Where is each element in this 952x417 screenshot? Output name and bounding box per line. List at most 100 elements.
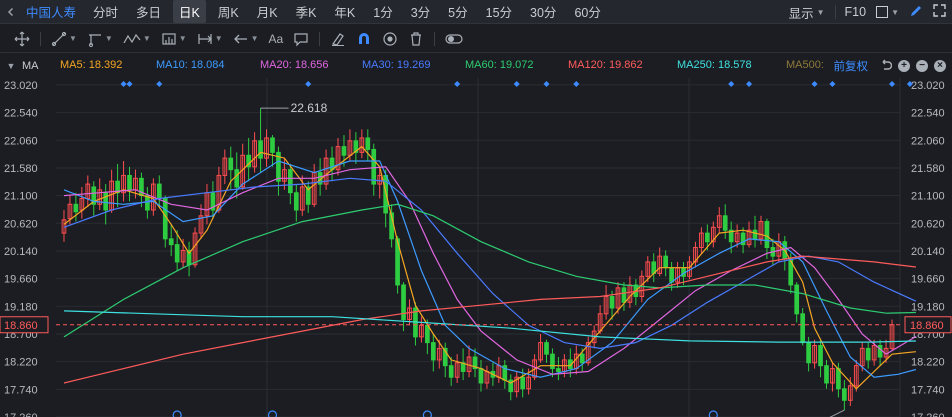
candle-body [288, 169, 293, 194]
y-tick-label-right: 17.740 [911, 384, 945, 396]
candle-body [145, 195, 150, 211]
event-marker [829, 81, 836, 87]
candle-body [824, 365, 829, 384]
tab-period[interactable]: 年K [328, 0, 361, 23]
candle-body [752, 229, 758, 240]
tab-period[interactable]: 日K [173, 0, 206, 23]
candle-body [722, 215, 728, 231]
tab-period[interactable]: 周K [212, 0, 245, 23]
event-marker [305, 81, 312, 87]
candle-body [544, 342, 549, 355]
candle-body [365, 137, 371, 150]
candle-body [73, 203, 79, 213]
event-marker [811, 81, 818, 87]
y-tick-label-left: 19.660 [4, 274, 38, 286]
ma-legend-item: MA250: 18.578 [677, 59, 752, 71]
candle-body [478, 368, 484, 384]
y-tick-label-left: 21.580 [4, 163, 38, 175]
low-annotation-line [829, 409, 845, 417]
tab-period[interactable]: 1分 [367, 0, 398, 23]
collapse-icon[interactable] [0, 0, 22, 24]
zoom-in-icon[interactable]: + [898, 60, 910, 72]
candle-body [371, 148, 377, 185]
toolbar-divider [319, 31, 321, 46]
bottom-marker [172, 410, 182, 417]
line-tool-icon[interactable]: ▼ [47, 28, 81, 50]
ma-legend-item: MA500: [786, 59, 824, 71]
candle-body [430, 342, 436, 361]
candle-body [550, 353, 555, 370]
stock-name[interactable]: 中国人寿 [22, 2, 84, 21]
square-icon [876, 6, 889, 18]
range-tool-icon[interactable]: ▼ [193, 28, 227, 50]
tab-period[interactable]: 多日 [130, 0, 167, 23]
tab-period[interactable]: 季K [290, 0, 323, 23]
channel-tool-icon[interactable]: ▼ [83, 28, 117, 50]
eraser-icon[interactable] [326, 28, 350, 50]
candle-body [425, 324, 430, 344]
y-tick-label-left: 23.020 [4, 80, 38, 92]
eye-icon[interactable] [378, 28, 402, 50]
crosshair-icon[interactable] [10, 28, 34, 50]
candle-body [669, 267, 674, 283]
undo-icon[interactable] [880, 59, 893, 74]
ma-line-ma120 [63, 255, 916, 384]
ma-line-ma250 [63, 310, 916, 343]
measure-tool-icon[interactable]: ▼ [157, 28, 191, 50]
ma-controls: 前复权 + − × [834, 56, 946, 76]
drawing-toolbar: ▼ ▼ ▼ ▼ ▼ ▼ Aa [0, 25, 952, 53]
fullscreen-icon[interactable] [933, 4, 946, 20]
toggle-icon[interactable] [441, 28, 467, 50]
toolbar-divider [40, 31, 41, 46]
ma-legend-item: MA5: 18.392 [60, 59, 123, 71]
pen-icon[interactable] [909, 4, 923, 21]
ma-legend-item: MA20: 18.656 [260, 59, 329, 71]
tab-period[interactable]: 60分 [568, 0, 606, 23]
chevron-down-icon: ▼ [142, 34, 151, 43]
event-marker [513, 81, 520, 87]
current-price-label-right: 18.860 [910, 320, 944, 332]
candlestick-chart[interactable]: 23.020 23.020 22.540 22.540 22.060 22.060 21.5… [0, 76, 952, 417]
event-marker [120, 81, 127, 87]
magnet-icon[interactable] [352, 28, 376, 50]
tab-period[interactable]: 3分 [405, 0, 436, 23]
candle-body [448, 365, 454, 378]
ma-legend: ▼ MA MA5: 18.392 MA10: 18.084 MA20: 18.656… [0, 56, 952, 76]
chevron-down-icon: ▼ [250, 34, 259, 43]
zoom-out-icon[interactable]: − [916, 60, 928, 72]
adjust-mode[interactable]: 前复权 [834, 58, 869, 74]
arrow-left-icon[interactable]: ▼ [229, 28, 263, 50]
trash-icon[interactable] [404, 28, 428, 50]
tab-period[interactable]: 月K [251, 0, 284, 23]
tab-period[interactable]: 分时 [87, 0, 124, 23]
tab-period[interactable]: 5分 [442, 0, 473, 23]
y-tick-label-right: 23.020 [911, 80, 945, 92]
collapse-triangle-icon[interactable]: ▼ [0, 61, 22, 71]
candle-body [621, 287, 627, 303]
display-menu[interactable]: 显示 ▼ [789, 3, 825, 22]
y-tick-label-left: 18.220 [4, 357, 38, 369]
candle-body [705, 232, 710, 243]
ma-label[interactable]: MA [22, 60, 58, 72]
chevron-down-icon: ▼ [104, 34, 113, 43]
bottom-marker [708, 410, 718, 417]
y-tick-label-left: 20.140 [4, 246, 38, 258]
candle-body [270, 137, 275, 153]
current-price-label-left: 18.860 [4, 320, 38, 332]
close-icon[interactable]: × [934, 60, 946, 72]
text-tool-icon[interactable]: Aa [265, 28, 288, 50]
y-tick-label-right: 18.220 [911, 357, 945, 369]
comment-icon[interactable] [289, 28, 313, 50]
toolbar-divider [434, 31, 436, 46]
candle-body [293, 192, 299, 211]
candle-body [103, 192, 109, 211]
ma-legend-item: MA60: 19.072 [465, 59, 534, 71]
candle-body [258, 140, 263, 159]
event-marker [454, 81, 461, 87]
layout-menu[interactable]: ▼ [876, 6, 899, 18]
tab-period[interactable]: 30分 [524, 0, 562, 23]
wave-tool-icon[interactable]: ▼ [119, 28, 155, 50]
tab-period[interactable]: 15分 [480, 0, 518, 23]
ma-legend-item: MA30: 19.269 [362, 59, 431, 71]
f10-button[interactable]: F10 [834, 5, 866, 19]
